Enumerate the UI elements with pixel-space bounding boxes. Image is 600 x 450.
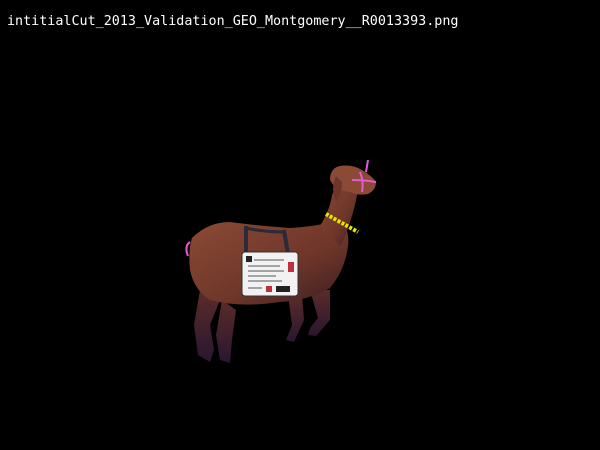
goat-front-leg — [308, 290, 330, 336]
goat-image — [180, 150, 390, 380]
id-tag-mark — [246, 256, 252, 262]
id-tag-mark — [288, 262, 294, 272]
halter-lead — [365, 159, 369, 173]
goat-illustration — [185, 159, 377, 363]
image-viewer: intitialCut_2013_Validation_GEO_Montgome… — [0, 0, 600, 450]
goat-front-leg — [286, 295, 304, 342]
image-filename-label: intitialCut_2013_Validation_GEO_Montgome… — [7, 14, 459, 29]
id-tag-mark — [266, 286, 272, 292]
id-tag-mark — [276, 286, 290, 292]
goat-hind-leg — [216, 300, 236, 363]
